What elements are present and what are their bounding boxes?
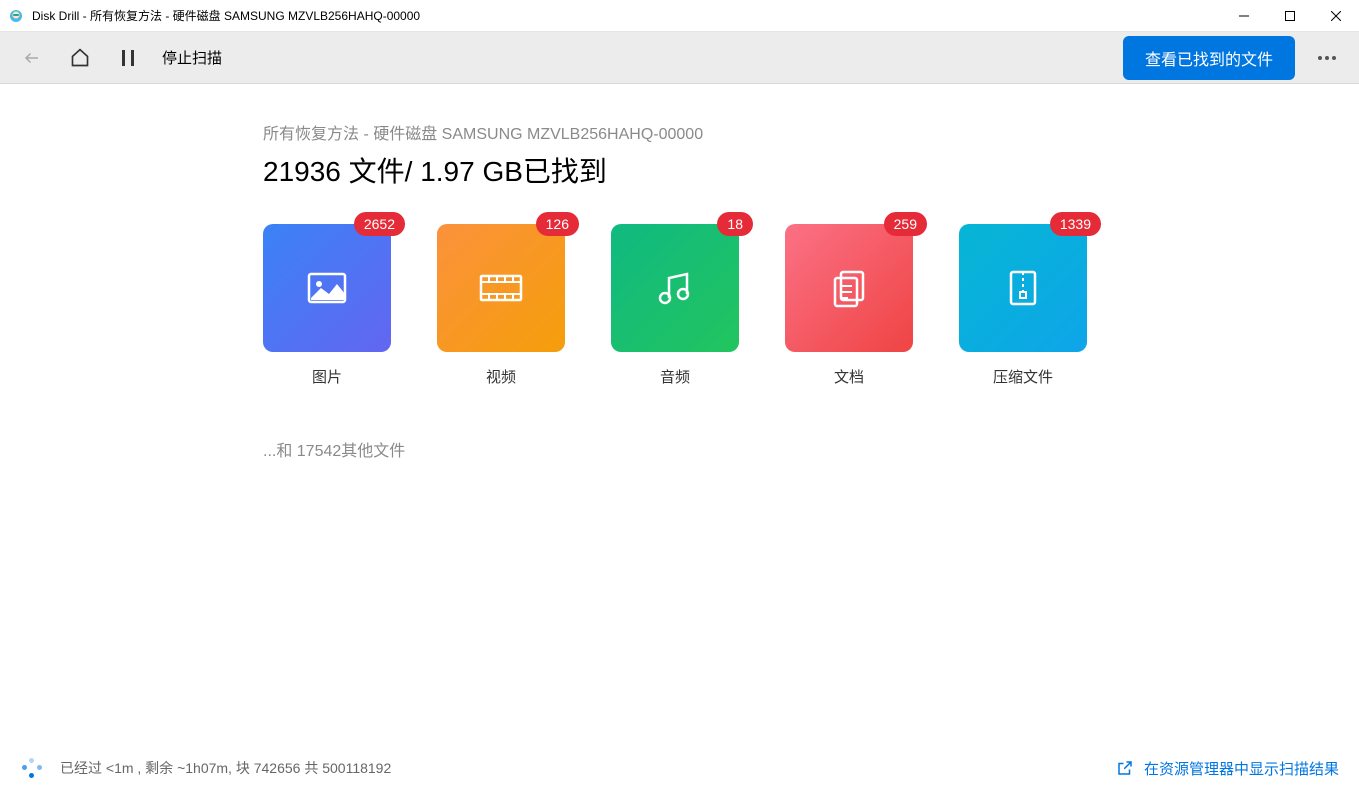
breadcrumb: 所有恢复方法 - 硬件磁盘 SAMSUNG MZVLB256HAHQ-00000 (263, 120, 1359, 144)
maximize-button[interactable] (1267, 0, 1313, 32)
card-box-archive (959, 224, 1087, 352)
card-archive[interactable]: 1339 压缩文件 (959, 224, 1087, 387)
home-button[interactable] (60, 38, 100, 78)
show-results-label: 在资源管理器中显示扫描结果 (1144, 758, 1339, 779)
card-box-video (437, 224, 565, 352)
back-button (12, 38, 52, 78)
summary-text: 21936 文件/ 1.97 GB已找到 (263, 150, 1359, 190)
video-icon (477, 264, 525, 312)
audio-icon (651, 264, 699, 312)
card-video[interactable]: 126 视频 (437, 224, 565, 387)
archive-icon (999, 264, 1047, 312)
card-label-video: 视频 (437, 366, 565, 387)
more-options-button[interactable] (1307, 38, 1347, 78)
window-title: Disk Drill - 所有恢复方法 - 硬件磁盘 SAMSUNG MZVLB… (32, 7, 420, 24)
badge-video: 126 (536, 212, 579, 236)
badge-docs: 259 (884, 212, 927, 236)
card-docs[interactable]: 259 文档 (785, 224, 913, 387)
category-cards: 2652 图片 126 (263, 224, 1359, 387)
close-button[interactable] (1313, 0, 1359, 32)
other-files-text: ...和 17542其他文件 (263, 437, 1359, 461)
window-controls (1221, 0, 1359, 32)
card-label-docs: 文档 (785, 366, 913, 387)
toolbar: 停止扫描 查看已找到的文件 (0, 32, 1359, 84)
app-icon (8, 8, 24, 24)
main-content: 所有恢复方法 - 硬件磁盘 SAMSUNG MZVLB256HAHQ-00000… (0, 84, 1359, 744)
show-results-link[interactable]: 在资源管理器中显示扫描结果 (1116, 758, 1339, 779)
card-box-docs (785, 224, 913, 352)
badge-audio: 18 (717, 212, 753, 236)
card-label-images: 图片 (263, 366, 391, 387)
card-label-archive: 压缩文件 (959, 366, 1087, 387)
card-images[interactable]: 2652 图片 (263, 224, 391, 387)
title-bar: Disk Drill - 所有恢复方法 - 硬件磁盘 SAMSUNG MZVLB… (0, 0, 1359, 32)
pause-button[interactable] (108, 38, 148, 78)
document-icon (825, 264, 873, 312)
spinner-icon (20, 756, 44, 780)
card-box-images (263, 224, 391, 352)
card-audio[interactable]: 18 音频 (611, 224, 739, 387)
status-text: 已经过 <1m , 剩余 ~1h07m, 块 742656 共 50011819… (60, 758, 391, 778)
minimize-button[interactable] (1221, 0, 1267, 32)
external-link-icon (1116, 759, 1134, 777)
badge-archive: 1339 (1050, 212, 1101, 236)
image-icon (303, 264, 351, 312)
title-bar-left: Disk Drill - 所有恢复方法 - 硬件磁盘 SAMSUNG MZVLB… (0, 7, 1221, 24)
stop-scan-label[interactable]: 停止扫描 (162, 47, 222, 68)
badge-images: 2652 (354, 212, 405, 236)
view-found-files-button[interactable]: 查看已找到的文件 (1123, 36, 1295, 80)
card-label-audio: 音频 (611, 366, 739, 387)
status-bar: 已经过 <1m , 剩余 ~1h07m, 块 742656 共 50011819… (0, 744, 1359, 792)
card-box-audio (611, 224, 739, 352)
